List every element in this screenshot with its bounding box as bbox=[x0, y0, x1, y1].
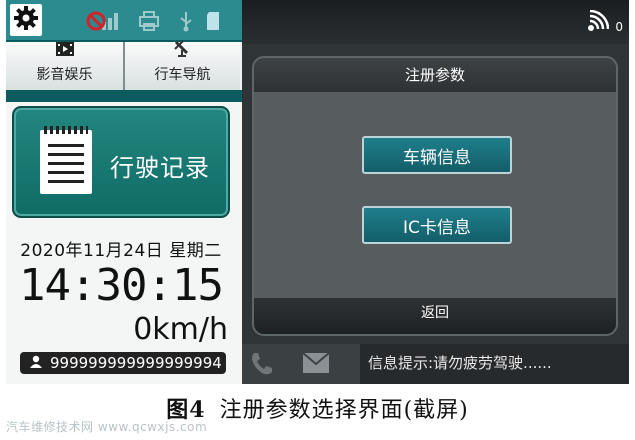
driver-id-bar: 999999999999999994 bbox=[20, 352, 226, 374]
printer-icon bbox=[138, 10, 160, 32]
info-card: 行驶记录 2020年11月24日 星期二 14:30:15 0km/h 9999… bbox=[6, 102, 242, 384]
time-text: 14:30:15 bbox=[19, 260, 224, 311]
figure-caption-text: 注册参数选择界面(截屏) bbox=[219, 398, 469, 423]
dialog-title: 注册参数 bbox=[254, 58, 616, 92]
no-signal-icon bbox=[84, 10, 124, 32]
driver-id-text: 999999999999999994 bbox=[50, 354, 222, 372]
speed-text: 0km/h bbox=[133, 312, 228, 347]
satellite-icon bbox=[173, 39, 193, 61]
info-message: 信息提示:请勿疲劳驾驶...... bbox=[360, 344, 629, 384]
left-panel: 影音娱乐 行车导航 行驶记录 2020年11月24日 星期二 14:30:15 … bbox=[6, 0, 242, 384]
media-entertainment-button[interactable]: 影音娱乐 bbox=[6, 42, 123, 90]
drive-record-label: 行驶记录 bbox=[110, 154, 210, 182]
settings-button[interactable] bbox=[10, 4, 42, 36]
watermark-text: 汽车维修技术网 www.qcwxjs.com bbox=[6, 420, 208, 434]
navigation-label: 行车导航 bbox=[154, 67, 211, 83]
top-bar: 0 bbox=[242, 0, 629, 44]
dialog-body: 车辆信息 IC卡信息 bbox=[254, 92, 616, 302]
signal-count: 0 bbox=[615, 20, 623, 34]
media-entertainment-label: 影音娱乐 bbox=[36, 67, 93, 83]
notepad-icon bbox=[40, 126, 92, 194]
wireless-signal-icon bbox=[585, 9, 610, 38]
back-button[interactable]: 返回 bbox=[254, 298, 616, 334]
media-row: 影音娱乐 行车导航 bbox=[6, 39, 242, 90]
person-icon bbox=[30, 354, 42, 372]
status-bar bbox=[6, 0, 242, 40]
device-screen: 影音娱乐 行车导航 行驶记录 2020年11月24日 星期二 14:30:15 … bbox=[6, 0, 629, 384]
phone-icon[interactable] bbox=[248, 350, 276, 382]
register-params-dialog: 注册参数 车辆信息 IC卡信息 返回 bbox=[252, 56, 618, 336]
sd-card-icon bbox=[206, 10, 220, 32]
film-icon bbox=[55, 41, 75, 61]
navigation-button[interactable]: 行车导航 bbox=[123, 39, 240, 90]
usb-icon bbox=[178, 10, 194, 32]
bottom-bar: 信息提示:请勿疲劳驾驶...... bbox=[242, 344, 629, 384]
date-text: 2020年11月24日 星期二 bbox=[20, 241, 222, 261]
mail-icon[interactable] bbox=[302, 352, 330, 378]
ic-card-info-button[interactable]: IC卡信息 bbox=[362, 206, 512, 244]
right-panel: 0 注册参数 车辆信息 IC卡信息 返回 信息提示:请勿疲劳驾驶...... bbox=[242, 0, 629, 384]
gear-icon bbox=[13, 5, 39, 35]
drive-record-button[interactable]: 行驶记录 bbox=[12, 106, 230, 218]
vehicle-info-button[interactable]: 车辆信息 bbox=[362, 136, 512, 174]
